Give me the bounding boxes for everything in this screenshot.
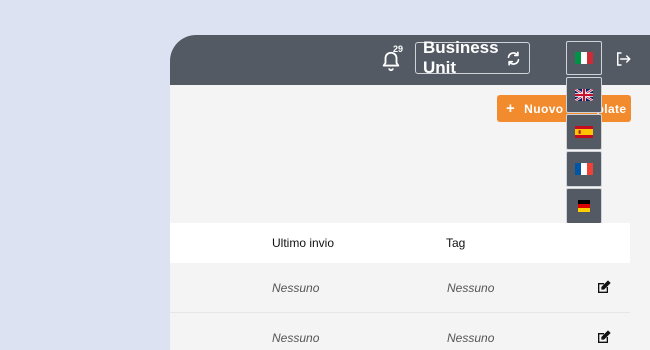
- column-header-last-sent[interactable]: Ultimo invio: [272, 223, 334, 263]
- spain-flag-icon: [575, 126, 593, 138]
- uk-flag-icon: [575, 89, 593, 101]
- logout-icon[interactable]: [614, 50, 632, 68]
- refresh-icon: [507, 51, 520, 66]
- plus-icon: +: [506, 100, 516, 117]
- edit-icon[interactable]: [596, 329, 612, 345]
- table-row: Nessuno Nessuno: [170, 313, 630, 350]
- cell-tag: Nessuno: [447, 280, 495, 295]
- language-option-spanish[interactable]: [566, 114, 602, 150]
- new-template-button[interactable]: + Nuovo Template: [497, 95, 631, 122]
- cell-tag: Nessuno: [447, 330, 495, 345]
- business-unit-selector[interactable]: Business Unit: [415, 38, 530, 77]
- cell-last-sent: Nessuno: [272, 330, 320, 345]
- language-option-french[interactable]: [566, 151, 602, 187]
- language-option-english[interactable]: [566, 77, 602, 113]
- table-row: Nessuno Nessuno: [170, 263, 630, 313]
- language-option-german[interactable]: [566, 188, 602, 224]
- language-dropdown: [566, 77, 602, 225]
- cell-last-sent: Nessuno: [272, 280, 320, 295]
- france-flag-icon: [575, 163, 593, 175]
- app-window: 29 Business Unit + Nuovo Template: [170, 35, 650, 350]
- edit-icon[interactable]: [596, 279, 612, 295]
- language-selector[interactable]: [566, 41, 602, 75]
- new-button-label: Nuovo: [524, 101, 564, 116]
- table-header: Ultimo invio Tag: [170, 223, 630, 263]
- column-header-tag[interactable]: Tag: [446, 223, 465, 263]
- italy-flag-icon: [575, 52, 593, 64]
- notification-count: 29: [393, 44, 404, 54]
- germany-flag-icon: [578, 200, 590, 212]
